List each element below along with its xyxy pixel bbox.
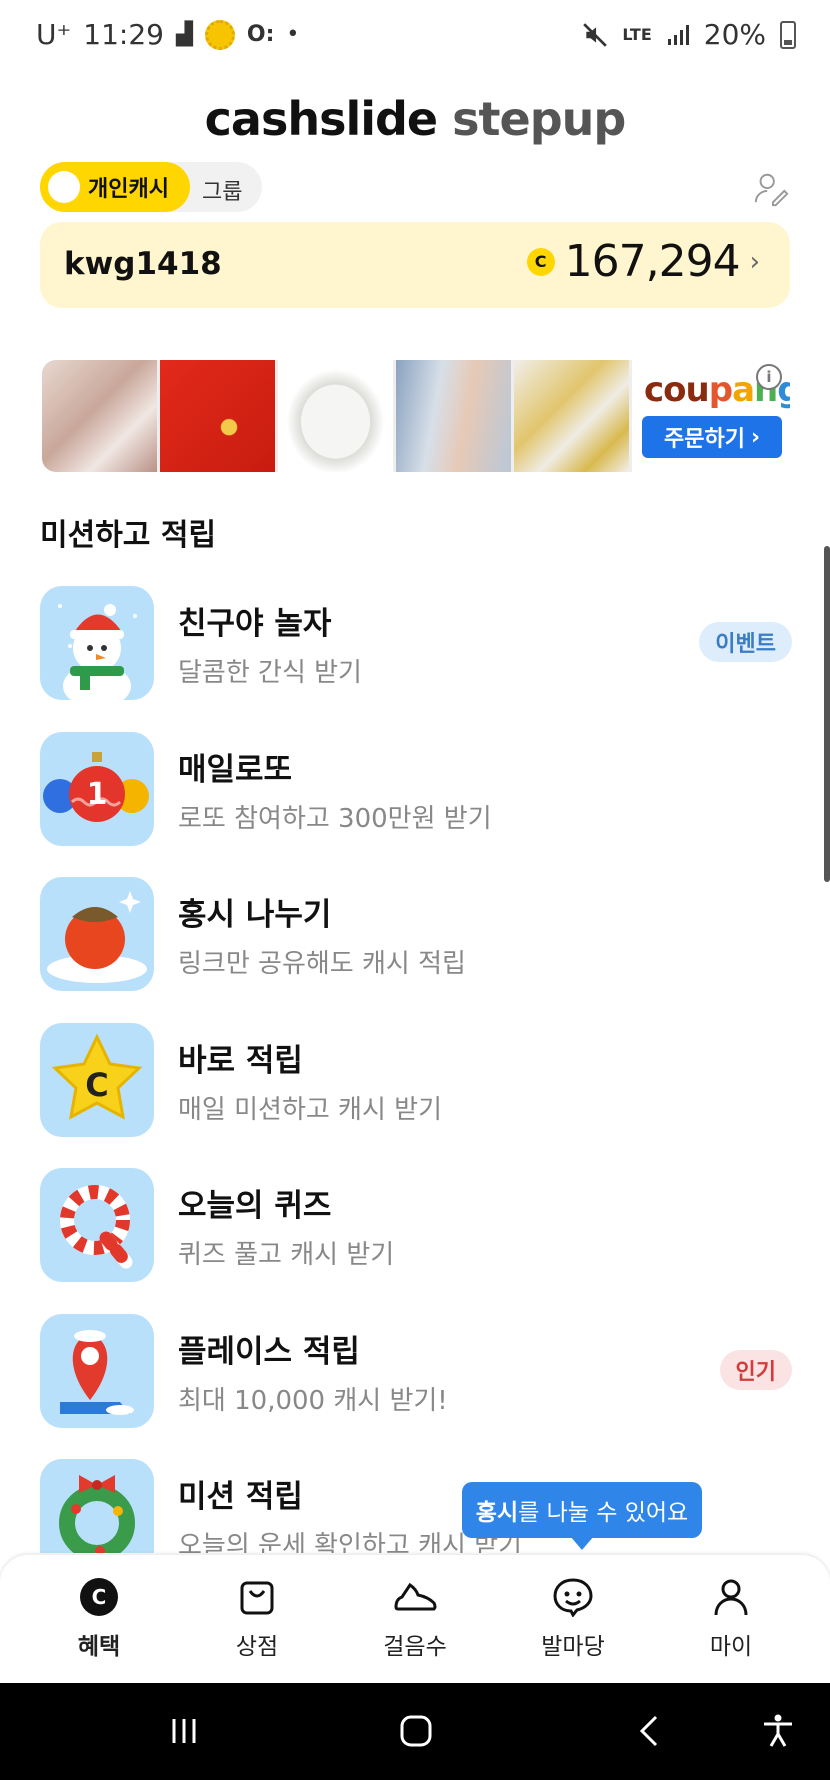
notification-icon: O: — [246, 22, 275, 47]
mission-item-instant[interactable]: C 바로 적립 매일 미션하고 캐시 받기 — [40, 1022, 792, 1169]
nav-shop[interactable]: 상점 — [187, 1577, 327, 1661]
username: kwg1418 — [64, 246, 222, 282]
nav-my[interactable]: 마이 — [661, 1577, 801, 1661]
signal-icon — [667, 24, 689, 45]
info-icon[interactable]: i — [756, 364, 782, 390]
mission-subtitle: 매일 미션하고 캐시 받기 — [178, 1094, 442, 1125]
tooltip-bold: 홍시 — [475, 1500, 519, 1526]
lotto-balls-icon: 1 — [40, 731, 154, 846]
chevron-right-icon: › — [749, 246, 760, 277]
mission-subtitle: 최대 10,000 캐시 받기! — [178, 1385, 448, 1416]
nav-steps[interactable]: 걸음수 — [345, 1577, 485, 1661]
mission-list: 친구야 놀자 달콤한 간식 받기 이벤트 1 매일로또 로또 참여하고 300만… — [40, 586, 792, 1553]
scrollbar[interactable] — [824, 546, 830, 882]
persimmon-icon — [40, 877, 154, 991]
tooltip-text: 를 나눌 수 있어요 — [518, 1500, 689, 1526]
nav-label: 발마당 — [541, 1634, 605, 1660]
ad-product-bracelet[interactable] — [42, 360, 157, 472]
status-bar: U⁺ 11:29 ▟ O: • LTE 20% — [0, 0, 830, 72]
ad-product-gold-chain-red[interactable] — [160, 360, 275, 472]
cash-amount-group[interactable]: C 167,294 › — [526, 236, 760, 287]
status-right: LTE 20% — [582, 18, 796, 51]
ad-order-button[interactable]: 주문하기 › — [642, 416, 782, 458]
nav-label: 걸음수 — [383, 1634, 447, 1660]
weather-sun-icon — [204, 19, 235, 50]
ad-brand-panel[interactable]: coupang 주문하기 › i — [632, 360, 790, 472]
network-type: LTE — [622, 25, 652, 44]
coin-c-icon: C — [80, 1578, 118, 1616]
logo-part2: stepup — [452, 92, 626, 146]
ad-product-gold-rope[interactable] — [514, 360, 629, 472]
person-icon — [714, 1579, 748, 1616]
mission-subtitle: 달콤한 간식 받기 — [178, 658, 362, 688]
dot-icon: • — [286, 22, 300, 47]
cash-amount: 167,294 — [564, 236, 741, 287]
snowman-icon — [40, 586, 154, 700]
mission-title: 친구야 놀자 — [178, 606, 332, 642]
system-nav-bar — [0, 1683, 830, 1780]
mission-subtitle: 로또 참여하고 300만원 받기 — [178, 803, 492, 834]
toggle-personal-cash[interactable]: 개인캐시 — [40, 162, 190, 212]
toggle-knob — [48, 171, 80, 203]
mute-icon — [583, 22, 608, 47]
star-coin-icon: C — [40, 1022, 154, 1137]
carrier-label: U⁺ — [36, 18, 72, 51]
sneaker-icon — [394, 1582, 437, 1611]
cash-balance-card[interactable]: kwg1418 C 167,294 › — [40, 222, 790, 308]
event-badge: 이벤트 — [699, 622, 792, 662]
candy-cane-q-icon — [40, 1168, 154, 1282]
back-icon[interactable] — [632, 1713, 668, 1749]
ad-banner[interactable]: coupang 주문하기 › i — [42, 360, 790, 472]
mission-title: 홍시 나누기 — [178, 897, 332, 933]
logo-part1: cashslide — [204, 92, 438, 146]
toggle-personal-label: 개인캐시 — [88, 177, 169, 202]
edit-profile-icon[interactable] — [752, 170, 790, 208]
mission-item-friend[interactable]: 친구야 놀자 달콤한 간식 받기 이벤트 — [40, 586, 792, 732]
svg-text:1: 1 — [87, 777, 108, 812]
ad-product-necklace[interactable] — [396, 360, 511, 472]
coin-icon: C — [526, 247, 555, 276]
app-logo: cashslide stepup — [0, 92, 830, 146]
battery-icon — [780, 20, 796, 49]
mission-item-place[interactable]: 플레이스 적립 최대 10,000 캐시 받기! 인기 — [40, 1313, 792, 1460]
mission-item-persimmon[interactable]: 홍시 나누기 링크만 공유해도 캐시 적립 — [40, 877, 792, 1023]
mission-title: 오늘의 퀴즈 — [178, 1188, 332, 1224]
popular-badge: 인기 — [719, 1349, 792, 1390]
chevron-right-icon: › — [750, 424, 761, 450]
ad-product-white-jar[interactable] — [278, 360, 393, 472]
home-icon[interactable] — [398, 1713, 434, 1749]
nav-community[interactable]: 발마당 — [503, 1577, 643, 1661]
ad-order-label: 주문하기 — [663, 427, 745, 452]
mission-title: 매일로또 — [178, 751, 293, 788]
nav-label: 마이 — [709, 1634, 753, 1660]
clock: 11:29 — [83, 18, 164, 51]
toggle-group[interactable]: 그룹 — [202, 174, 242, 206]
recents-icon[interactable] — [166, 1713, 202, 1749]
share-tooltip[interactable]: 홍시 를 나눌 수 있어요 — [462, 1482, 702, 1550]
nav-benefits[interactable]: C 혜택 — [29, 1577, 169, 1661]
svg-text:C: C — [92, 1585, 107, 1609]
nav-label: 혜택 — [77, 1634, 121, 1660]
mission-title: 미션 적립 — [178, 1479, 303, 1515]
data-saver-icon: ▟ — [175, 22, 193, 47]
mission-title: 바로 적립 — [178, 1042, 303, 1079]
shopping-bag-icon — [240, 1581, 274, 1615]
mission-item-lotto[interactable]: 1 매일로또 로또 참여하고 300만원 받기 — [40, 731, 792, 878]
accessibility-icon[interactable] — [760, 1713, 796, 1749]
bottom-nav: C 혜택 상점 걸음수 발마당 마이 — [0, 1555, 830, 1683]
tooltip-arrow — [570, 1536, 594, 1550]
section-title: 미션하고 적립 — [40, 518, 217, 553]
battery-percent: 20% — [703, 18, 766, 51]
mission-subtitle: 링크만 공유해도 캐시 적립 — [178, 949, 466, 979]
svg-text:C: C — [85, 1066, 108, 1104]
cash-type-toggle[interactable]: 개인캐시 그룹 — [40, 162, 262, 212]
mission-item-quiz[interactable]: 오늘의 퀴즈 퀴즈 풀고 캐시 받기 — [40, 1168, 792, 1314]
mission-subtitle: 퀴즈 풀고 캐시 받기 — [178, 1240, 395, 1270]
nav-label: 상점 — [235, 1634, 279, 1660]
smile-chat-icon — [553, 1578, 593, 1617]
mission-title: 플레이스 적립 — [178, 1333, 360, 1370]
wreath-icon — [40, 1459, 154, 1553]
status-left: U⁺ 11:29 ▟ O: • — [36, 18, 299, 51]
map-pin-icon — [40, 1313, 154, 1428]
